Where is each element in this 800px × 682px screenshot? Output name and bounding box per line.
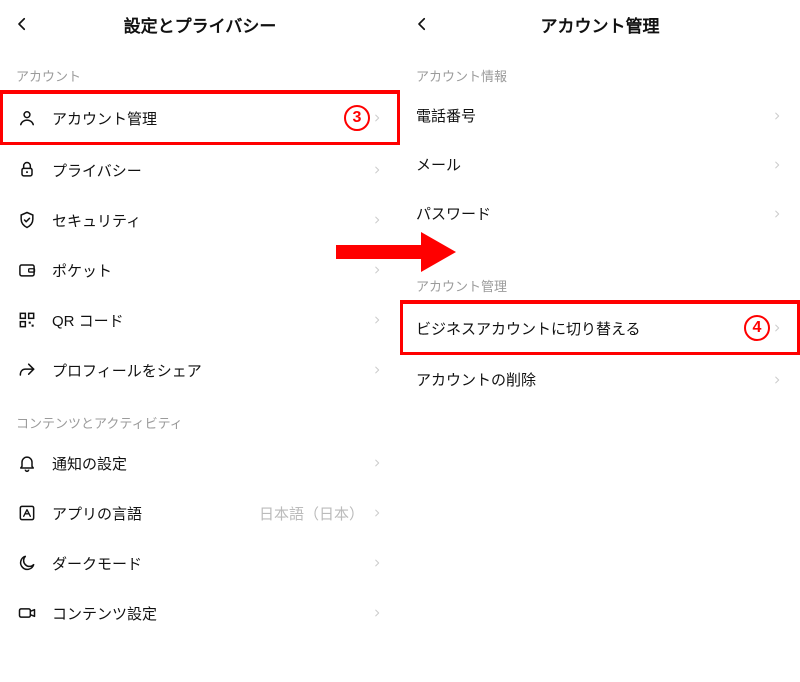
label-delete-account: アカウントの削除 bbox=[416, 369, 770, 390]
header-right: アカウント管理 bbox=[400, 0, 800, 48]
annotation-arrow bbox=[336, 232, 456, 272]
chevron-right-icon bbox=[370, 363, 384, 377]
account-manage-pane: アカウント管理 アカウント情報 電話番号 メール パスワード アカウント管理 ビ… bbox=[400, 0, 800, 682]
chevron-right-icon bbox=[370, 163, 384, 177]
row-content-settings[interactable]: コンテンツ設定 bbox=[0, 588, 400, 638]
row-delete-account[interactable]: アカウントの削除 bbox=[400, 355, 800, 404]
row-phone[interactable]: 電話番号 bbox=[400, 91, 800, 140]
chevron-right-icon bbox=[770, 373, 784, 387]
language-icon bbox=[16, 502, 38, 524]
moon-icon bbox=[16, 552, 38, 574]
label-language: アプリの言語 bbox=[52, 503, 259, 524]
chevron-right-icon bbox=[370, 606, 384, 620]
label-security: セキュリティ bbox=[52, 210, 370, 231]
row-notifications[interactable]: 通知の設定 bbox=[0, 438, 400, 488]
label-email: メール bbox=[416, 154, 770, 175]
page-title-left: 設定とプライバシー bbox=[124, 12, 277, 37]
label-account-manage: アカウント管理 bbox=[52, 108, 336, 129]
label-qr: QR コード bbox=[52, 310, 370, 331]
page-title-right: アカウント管理 bbox=[541, 12, 660, 37]
chevron-right-icon bbox=[770, 321, 784, 335]
label-share: プロフィールをシェア bbox=[52, 360, 370, 381]
row-business-switch[interactable]: ビジネスアカウントに切り替える 4 bbox=[400, 301, 800, 355]
row-qr[interactable]: QR コード bbox=[0, 295, 400, 345]
label-business-switch: ビジネスアカウントに切り替える bbox=[416, 318, 736, 339]
callout-3: 3 bbox=[344, 105, 370, 131]
section-header-account-manage: アカウント管理 bbox=[400, 258, 800, 301]
section-header-account: アカウント bbox=[0, 48, 400, 91]
chevron-right-icon bbox=[370, 456, 384, 470]
chevron-right-icon bbox=[370, 506, 384, 520]
label-content-settings: コンテンツ設定 bbox=[52, 603, 370, 624]
wallet-icon bbox=[16, 259, 38, 281]
chevron-right-icon bbox=[370, 111, 384, 125]
row-language[interactable]: アプリの言語 日本語（日本） bbox=[0, 488, 400, 538]
back-button-right[interactable] bbox=[410, 12, 434, 36]
chevron-right-icon bbox=[770, 158, 784, 172]
section-header-content: コンテンツとアクティビティ bbox=[0, 395, 400, 438]
label-privacy: プライバシー bbox=[52, 160, 370, 181]
video-icon bbox=[16, 602, 38, 624]
chevron-right-icon bbox=[370, 556, 384, 570]
label-notifications: 通知の設定 bbox=[52, 453, 370, 474]
section-header-account-info: アカウント情報 bbox=[400, 48, 800, 91]
shield-icon bbox=[16, 209, 38, 231]
label-pocket: ポケット bbox=[52, 260, 370, 281]
chevron-right-icon bbox=[770, 207, 784, 221]
person-icon bbox=[16, 107, 38, 129]
chevron-right-icon bbox=[370, 213, 384, 227]
row-privacy[interactable]: プライバシー bbox=[0, 145, 400, 195]
row-dark-mode[interactable]: ダークモード bbox=[0, 538, 400, 588]
chevron-right-icon bbox=[370, 313, 384, 327]
back-button-left[interactable] bbox=[10, 12, 34, 36]
value-language: 日本語（日本） bbox=[259, 503, 364, 524]
header-left: 設定とプライバシー bbox=[0, 0, 400, 48]
label-dark-mode: ダークモード bbox=[52, 553, 370, 574]
row-share[interactable]: プロフィールをシェア bbox=[0, 345, 400, 395]
label-password: パスワード bbox=[416, 203, 770, 224]
chevron-right-icon bbox=[770, 109, 784, 123]
bell-icon bbox=[16, 452, 38, 474]
settings-pane: 設定とプライバシー アカウント アカウント管理 3 プライバシー bbox=[0, 0, 400, 682]
share-icon bbox=[16, 359, 38, 381]
qr-icon bbox=[16, 309, 38, 331]
lock-icon bbox=[16, 159, 38, 181]
callout-4: 4 bbox=[744, 315, 770, 341]
row-email[interactable]: メール bbox=[400, 140, 800, 189]
label-phone: 電話番号 bbox=[416, 105, 770, 126]
row-password[interactable]: パスワード bbox=[400, 189, 800, 238]
row-account-manage[interactable]: アカウント管理 3 bbox=[0, 91, 400, 145]
